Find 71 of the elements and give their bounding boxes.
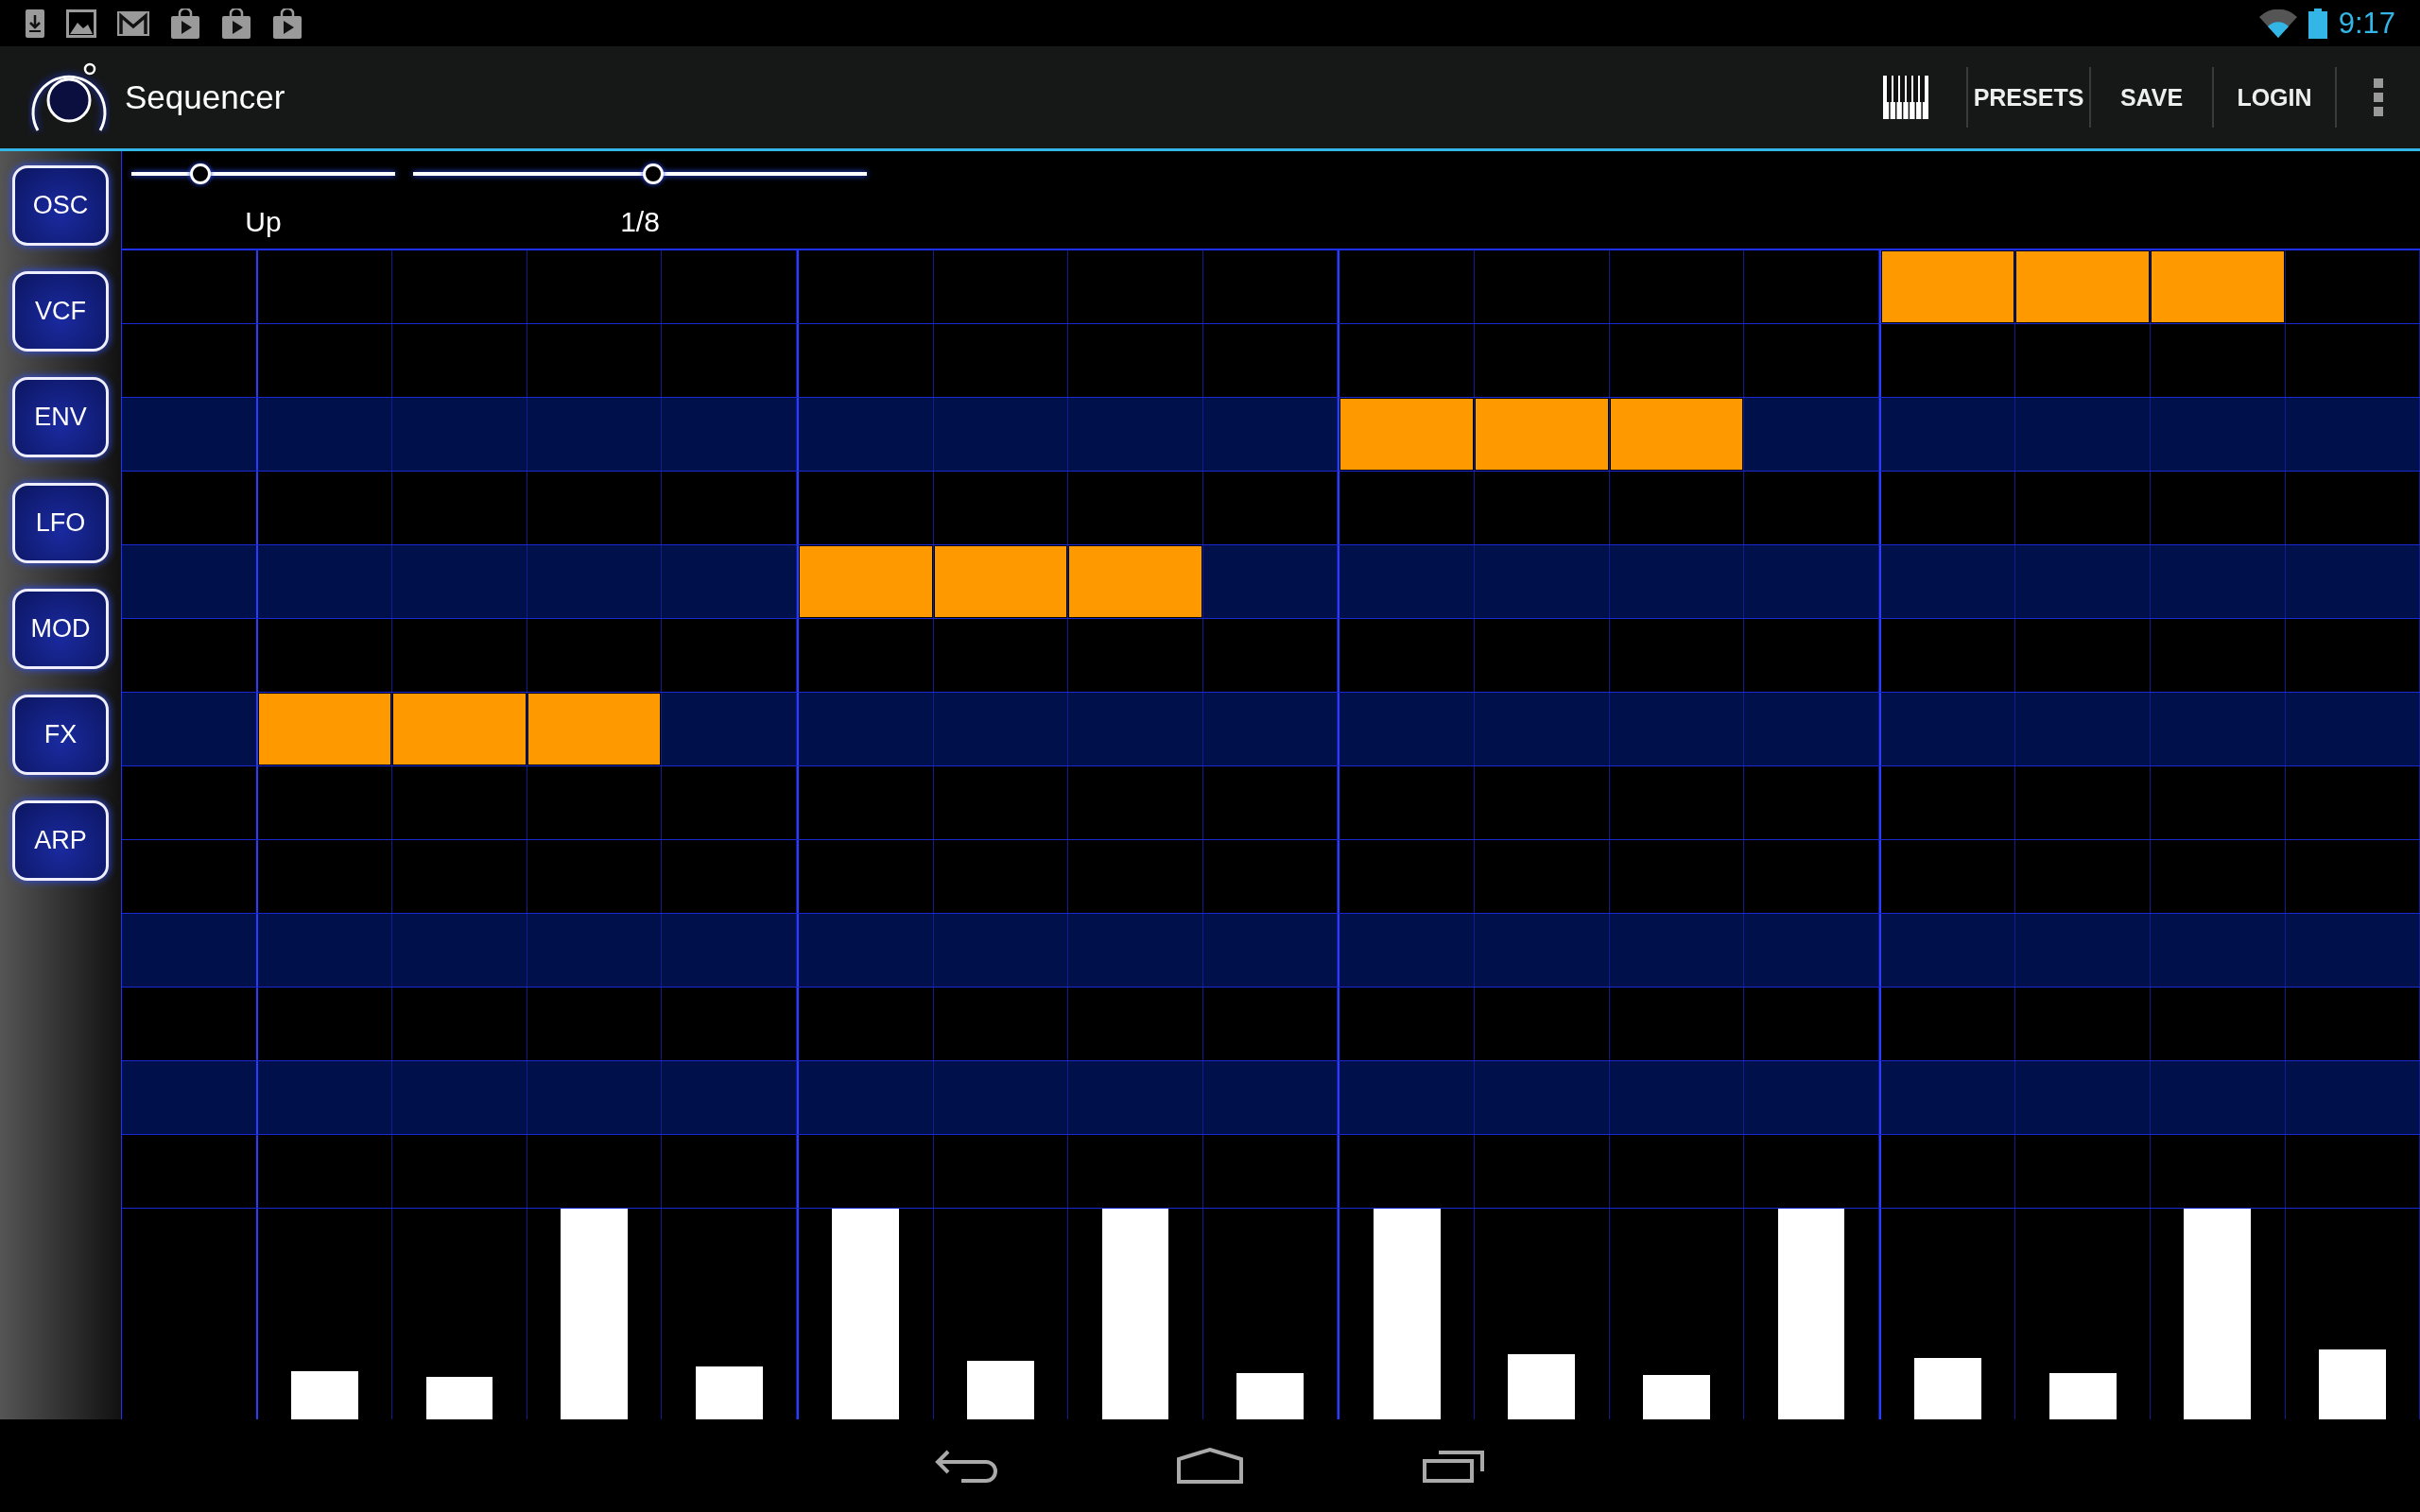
note-block[interactable] [2015, 250, 2151, 323]
module-button[interactable]: LFO [12, 483, 109, 563]
grid-cell[interactable] [1878, 693, 2016, 765]
grid-cell[interactable] [1878, 1061, 2016, 1134]
grid-cell[interactable] [255, 766, 393, 839]
action-button[interactable]: LOGIN [2214, 83, 2335, 112]
grid-cell[interactable] [255, 250, 393, 323]
back-icon[interactable] [935, 1449, 997, 1483]
recent-apps-icon[interactable] [1423, 1449, 1485, 1483]
slider-value: Up [245, 206, 282, 238]
grid-cell[interactable] [796, 766, 934, 839]
grid-cell[interactable] [255, 545, 393, 618]
velocity-bar[interactable] [1508, 1353, 1576, 1419]
velocity-bar[interactable] [425, 1377, 493, 1419]
slider-thumb[interactable] [189, 163, 211, 184]
action-button[interactable]: SAVE [2091, 83, 2212, 112]
note-block[interactable] [933, 545, 1069, 618]
module-button[interactable]: VCF [12, 271, 109, 352]
note-block[interactable] [255, 693, 393, 765]
grid-cell[interactable] [1338, 914, 1475, 987]
velocity-bar[interactable] [1101, 1209, 1169, 1419]
module-button[interactable]: OSC [12, 165, 109, 246]
clock-time: 9:17 [2338, 6, 2395, 41]
note-block[interactable] [796, 545, 934, 618]
battery-icon [2308, 8, 2327, 39]
note-block[interactable] [1474, 398, 1610, 471]
grid-cell[interactable] [255, 1061, 393, 1134]
image-icon [66, 9, 96, 38]
mail-icon [117, 10, 149, 36]
home-icon[interactable] [1177, 1448, 1243, 1484]
module-button[interactable]: ENV [12, 377, 109, 457]
module-button[interactable]: MOD [12, 589, 109, 669]
grid-cell[interactable] [1338, 1061, 1475, 1134]
grid-cell[interactable] [1338, 545, 1475, 618]
grid-cell[interactable] [1878, 398, 2016, 471]
grid-cell[interactable] [255, 1135, 393, 1208]
grid-cell[interactable] [255, 398, 393, 471]
note-block[interactable] [527, 693, 663, 765]
note-block[interactable] [2150, 250, 2286, 323]
velocity-bar[interactable] [1777, 1209, 1845, 1419]
shopping-bag-icon [221, 8, 251, 39]
shopping-bag-icon [272, 8, 302, 39]
grid-cell[interactable] [1878, 545, 2016, 618]
grid-cell[interactable] [796, 250, 934, 323]
action-button[interactable]: PRESETS [1968, 83, 2089, 112]
note-block[interactable] [1068, 545, 1203, 618]
grid-cell[interactable] [796, 914, 934, 987]
grid-cell[interactable] [1338, 693, 1475, 765]
slider-thumb[interactable] [643, 163, 665, 184]
grid-cell[interactable] [255, 914, 393, 987]
wifi-icon [2258, 9, 2297, 38]
grid-cell[interactable] [1878, 766, 2016, 839]
module-button[interactable]: ARP [12, 800, 109, 881]
module-button[interactable]: FX [12, 695, 109, 775]
grid-cell[interactable] [796, 398, 934, 471]
velocity-bar[interactable] [966, 1360, 1034, 1419]
slider-value: 1/8 [620, 206, 660, 238]
grid-cell[interactable] [1878, 1135, 2016, 1208]
note-block[interactable] [1878, 250, 2016, 323]
grid-cell[interactable] [796, 1061, 934, 1134]
grid-cell[interactable] [1878, 914, 2016, 987]
note-block[interactable] [392, 693, 527, 765]
grid-cell[interactable] [796, 693, 934, 765]
note-block[interactable] [1609, 398, 1745, 471]
grid-cell[interactable] [1338, 766, 1475, 839]
app-title: Sequencer [125, 78, 285, 116]
shopping-bag-icon [170, 8, 200, 39]
note-block[interactable] [1338, 398, 1475, 471]
download-icon [25, 8, 45, 39]
velocity-bar[interactable] [2048, 1372, 2117, 1419]
grid-cell[interactable] [1338, 250, 1475, 323]
